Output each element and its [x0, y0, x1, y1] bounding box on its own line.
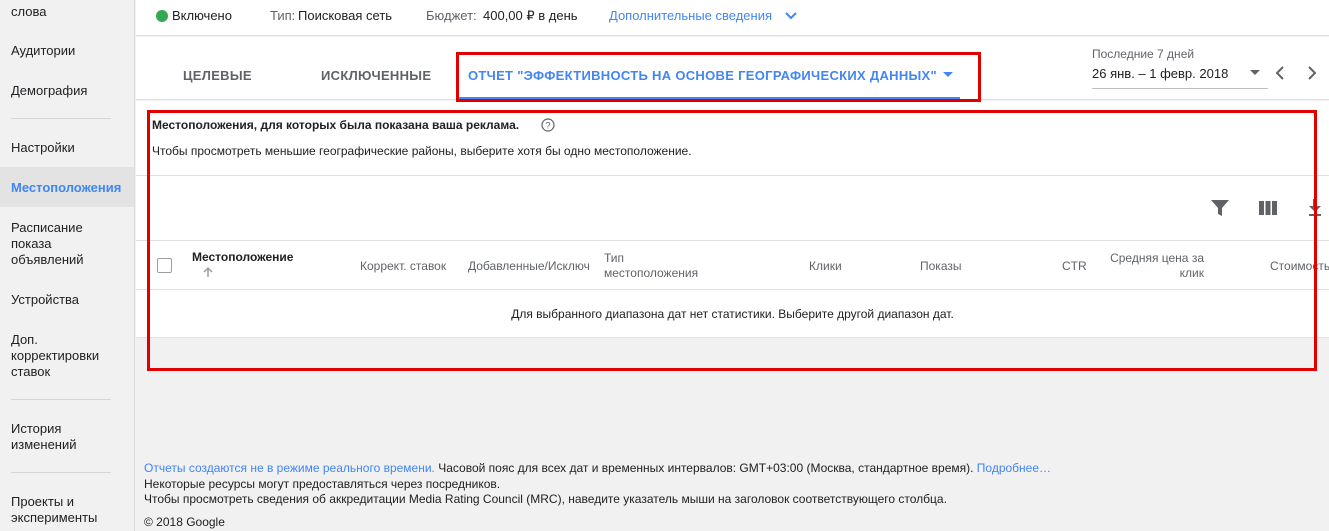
- footer-line-1: Отчеты создаются не в режиме реального в…: [144, 461, 1051, 475]
- realtime-info-link[interactable]: Отчеты создаются не в режиме реального в…: [144, 461, 435, 475]
- next-period-icon[interactable]: [1306, 66, 1318, 80]
- sidebar-divider: [11, 399, 111, 400]
- status-enabled-icon: [156, 10, 168, 22]
- chevron-down-icon[interactable]: [784, 9, 798, 23]
- tab-excluded[interactable]: ИСКЛЮЧЕННЫЕ: [321, 68, 431, 83]
- type-value: Поисковая сеть: [298, 8, 393, 23]
- sidebar: слова Аудитории Демография Настройки Мес…: [0, 0, 135, 531]
- highlight-box-report: [147, 110, 1317, 371]
- footer-line-3: Чтобы просмотреть сведения об аккредитац…: [144, 492, 947, 506]
- copyright: © 2018 Google: [144, 515, 225, 529]
- more-details-link[interactable]: Дополнительные сведения: [609, 8, 772, 23]
- sidebar-divider: [11, 118, 111, 119]
- type-label: Тип:: [270, 8, 296, 23]
- previous-period-icon[interactable]: [1274, 66, 1286, 80]
- footer-line-2: Некоторые ресурсы могут предоставляться …: [144, 477, 501, 491]
- sidebar-item-devices[interactable]: Устройства: [11, 292, 126, 308]
- budget-value: 400,00 ₽ в день: [483, 8, 578, 23]
- learn-more-link[interactable]: Подробнее…: [977, 461, 1051, 475]
- sidebar-item-locations-label: Местоположения: [11, 180, 122, 195]
- sidebar-item-bid-adjustments[interactable]: Доп. корректировки ставок: [11, 332, 126, 380]
- sidebar-item-drafts-experiments[interactable]: Проекты и эксперименты: [11, 494, 126, 526]
- campaign-status-bar: Включено Тип: Поисковая сеть Бюджет: 400…: [136, 0, 1329, 36]
- sidebar-item-ad-schedule[interactable]: Расписание показа объявлений: [11, 220, 126, 268]
- sidebar-item-keywords[interactable]: слова: [11, 4, 126, 20]
- sidebar-item-audiences[interactable]: Аудитории: [11, 43, 126, 59]
- timezone-text: Часовой пояс для всех дат и временных ин…: [434, 461, 977, 475]
- date-dropdown-icon[interactable]: [1250, 70, 1260, 76]
- date-range-label: Последние 7 дней: [1092, 47, 1195, 61]
- sidebar-item-demographics[interactable]: Демография: [11, 83, 126, 99]
- date-range-value[interactable]: 26 янв. – 1 февр. 2018: [1092, 66, 1228, 81]
- sidebar-divider: [11, 472, 111, 473]
- sidebar-item-change-history[interactable]: История изменений: [11, 421, 126, 453]
- budget-label: Бюджет:: [426, 8, 477, 23]
- tab-targeted[interactable]: ЦЕЛЕВЫЕ: [183, 68, 252, 83]
- date-range-underline: [1092, 88, 1268, 89]
- highlight-box-geo-tab: [456, 52, 981, 102]
- sidebar-item-settings[interactable]: Настройки: [11, 140, 126, 156]
- status-label[interactable]: Включено: [172, 8, 232, 23]
